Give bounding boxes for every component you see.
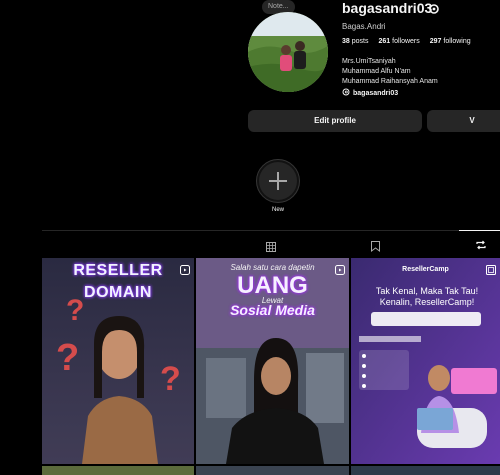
settings-icon[interactable] [428, 2, 440, 14]
post-tile[interactable]: ResellerCamp Tak Kenal, Maka Tak Tau! Ke… [351, 258, 500, 464]
plus-icon [269, 172, 287, 190]
posts-grid: ? ? ? RESELLER DOMAIN Salah satu cara da… [42, 258, 500, 475]
avatar[interactable] [248, 12, 328, 92]
edit-profile-button[interactable]: Edit profile [248, 110, 422, 132]
tab-divider [42, 230, 500, 231]
threads-handle: bagasandri03 [353, 89, 399, 97]
post-headline: Tak Kenal, Maka Tak Tau! Kenalin, Resell… [375, 286, 479, 307]
username: bagasandri03 [342, 0, 433, 16]
bio: Mrs.UmiTsaniyah Muhammad Alfu N'am Muham… [342, 57, 438, 87]
threads-icon [342, 88, 350, 98]
tab-saved[interactable] [371, 239, 380, 257]
view-archive-button[interactable]: V [427, 110, 500, 132]
full-name: Bagas.Andri [342, 22, 386, 31]
svg-text:?: ? [56, 337, 79, 379]
post-tile[interactable]: Salah satu cara dapetin UANG Lewat Sosia… [196, 258, 349, 464]
bio-line: Mrs.UmiTsaniyah [342, 58, 396, 65]
threads-link[interactable]: bagasandri03 [342, 88, 398, 98]
profile-stats: 38 posts 261 followers 297 following [342, 38, 471, 45]
post-kicker: Salah satu cara dapetin [230, 263, 315, 272]
following-count[interactable]: 297 following [430, 38, 471, 45]
svg-text:?: ? [160, 360, 181, 398]
reposts-icon [476, 240, 486, 250]
posts-count: 38 posts [342, 38, 369, 45]
post-tile[interactable]: ? ? ? RESELLER DOMAIN [42, 258, 194, 464]
saved-icon [371, 241, 380, 252]
post-tile[interactable] [196, 466, 349, 475]
bio-line: Muhammad Raihansyah Anam [342, 78, 438, 85]
reel-icon [180, 262, 190, 275]
reel-icon [486, 262, 496, 275]
tab-posts[interactable] [266, 239, 276, 257]
grid-icon [266, 242, 276, 252]
active-tab-indicator [459, 230, 500, 231]
new-highlight-label: New [271, 207, 284, 213]
new-highlight-button[interactable] [256, 159, 300, 203]
reel-icon [335, 262, 345, 275]
post-tile[interactable] [351, 466, 500, 475]
post-subline: Sosial Media [230, 302, 315, 318]
followers-count[interactable]: 261 followers [378, 38, 419, 45]
post-title-line1: RESELLER [73, 262, 163, 279]
post-tile[interactable] [42, 466, 194, 475]
tab-reposts[interactable] [475, 238, 487, 256]
post-brand: ResellerCamp [402, 266, 449, 273]
post-title-line2: DOMAIN [84, 284, 152, 301]
bio-line: Muhammad Alfu N'am [342, 68, 411, 75]
